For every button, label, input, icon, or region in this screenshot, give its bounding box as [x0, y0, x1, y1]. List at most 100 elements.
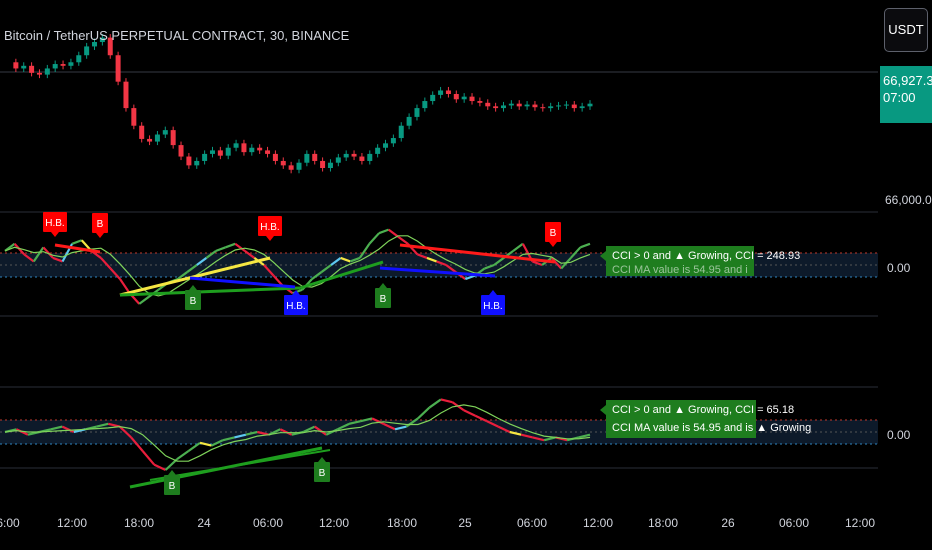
- candle-body: [60, 64, 66, 66]
- time-axis-label: 25: [458, 516, 472, 530]
- candle-body: [414, 108, 420, 117]
- candle-body: [367, 153, 373, 161]
- candle-body: [461, 96, 467, 100]
- candle-body: [194, 160, 200, 166]
- time-axis-label: 12:00: [57, 516, 87, 530]
- cci-cci-segment: [368, 232, 380, 245]
- cci-cci-segment: [71, 239, 83, 245]
- candle-body: [76, 55, 82, 63]
- candle-body: [123, 81, 129, 109]
- price-axis-label: 66,000.0: [885, 193, 932, 207]
- cci-signal-marker-pointer: [96, 233, 104, 238]
- candle-body: [500, 105, 506, 109]
- candle-body: [516, 103, 522, 107]
- cci2-cci-segment: [141, 450, 155, 466]
- cci-zero-label: 0.00: [887, 261, 911, 275]
- candle-body: [532, 104, 538, 108]
- candle-body: [170, 130, 176, 146]
- candle-body: [272, 153, 278, 161]
- candle-body: [398, 125, 404, 139]
- time-axis-label: 18:00: [387, 516, 417, 530]
- candle-body: [579, 106, 585, 109]
- cci-cci-segment: [387, 228, 399, 238]
- cci-signal-marker-pointer: [51, 232, 59, 237]
- cci2-cci-segment: [176, 450, 190, 461]
- time-axis-label: 6:00: [0, 516, 20, 530]
- candle-body: [265, 150, 271, 154]
- candle-body: [335, 157, 341, 163]
- cci-signal-marker-label: B: [97, 219, 104, 230]
- cci-signal-marker-pointer: [189, 285, 197, 290]
- candle-body: [257, 147, 263, 151]
- candle-body: [36, 72, 42, 75]
- cci-cci-segment: [215, 246, 226, 252]
- time-axis-label: 26: [721, 516, 735, 530]
- cci2-cci-segment: [153, 463, 167, 471]
- cci2-info-box: CCI > 0 and ▲ Growing, CCI = 65.18 CCI M…: [600, 400, 811, 438]
- candle-body: [383, 143, 389, 148]
- candle-body: [233, 143, 239, 148]
- candle-body: [178, 145, 184, 157]
- candle-body: [493, 106, 499, 109]
- cci-signal-marker: H.B.: [284, 290, 308, 315]
- candle-body: [288, 165, 294, 170]
- cci2-signal-marker-pointer: [318, 457, 326, 462]
- candle-body: [359, 156, 365, 161]
- candle-body: [84, 46, 90, 56]
- cci-cci-segment: [119, 278, 131, 294]
- candle-body: [162, 130, 168, 135]
- last-price-tag: 66,927.3 07:00: [880, 66, 932, 123]
- candle-body: [477, 101, 483, 103]
- candle-body: [587, 103, 593, 107]
- candle-body: [304, 153, 310, 163]
- time-axis-label: 12:00: [845, 516, 875, 530]
- candle-body: [548, 106, 554, 109]
- cci2-info-line-1: CCI > 0 and ▲ Growing, CCI = 65.18: [612, 404, 795, 416]
- candle-body: [296, 162, 302, 170]
- candle-body: [52, 64, 58, 69]
- cci-info-line-2: CCI MA value is 54.95 and is ▲ Growing: [612, 264, 748, 273]
- cci-signal-marker: B: [185, 285, 201, 310]
- cci2-signal-marker: B: [164, 470, 180, 495]
- bar-countdown: 07:00: [883, 90, 916, 105]
- cci-signal-marker: H.B.: [43, 212, 67, 237]
- cci-signal-marker-label: B: [550, 228, 557, 239]
- candle-body: [327, 162, 333, 168]
- cci-cci-segment: [580, 242, 591, 249]
- cci-signal-marker-label: H.B.: [260, 222, 279, 233]
- cci-info-line-1: CCI > 0 and ▲ Growing, CCI = 248.93: [612, 250, 801, 262]
- cci2-signal-marker: B: [314, 457, 330, 482]
- time-axis-label: 18:00: [124, 516, 154, 530]
- candle-body: [115, 55, 121, 82]
- cci-signal-marker: B: [545, 222, 561, 247]
- candle-body: [563, 104, 569, 106]
- candle-body: [249, 147, 255, 153]
- candle-body: [540, 107, 546, 109]
- chart-title: Bitcoin / TetherUS PERPETUAL CONTRACT, 3…: [4, 28, 350, 43]
- currency-button[interactable]: USDT: [884, 8, 928, 52]
- time-axis-label: 06:00: [517, 516, 547, 530]
- candle-body: [406, 116, 412, 126]
- cci2-cci-segment: [417, 406, 431, 420]
- cci-signal-marker-label: B: [190, 296, 197, 307]
- cci-signal-marker: H.B.: [481, 290, 505, 315]
- cci2-signal-marker-label: B: [319, 468, 326, 479]
- candle-body: [351, 153, 357, 157]
- time-axis-label: 12:00: [319, 516, 349, 530]
- candle-body: [312, 153, 318, 161]
- cci-signal-marker: H.B.: [258, 216, 282, 241]
- time-axis-label: 18:00: [648, 516, 678, 530]
- candle-body: [21, 65, 27, 69]
- chart-canvas[interactable]: H.B. B H.B. B B H.B. B H.B. B B 6:00 12:00 18:00 24 06…: [0, 0, 932, 550]
- cci-cci-segment: [225, 242, 236, 249]
- cci-info-box: CCI > 0 and ▲ Growing, CCI = 248.93 CCI …: [600, 246, 801, 276]
- cci-signal-marker: B: [375, 283, 391, 308]
- candle-body: [485, 102, 491, 107]
- candle-body: [154, 134, 160, 142]
- candle-body: [186, 156, 192, 166]
- cci-signal-marker-pointer: [266, 236, 274, 241]
- candle-body: [225, 147, 231, 156]
- candle-body: [430, 94, 436, 102]
- time-axis-label: 24: [197, 516, 211, 530]
- cci-signal-marker-label: B: [380, 294, 387, 305]
